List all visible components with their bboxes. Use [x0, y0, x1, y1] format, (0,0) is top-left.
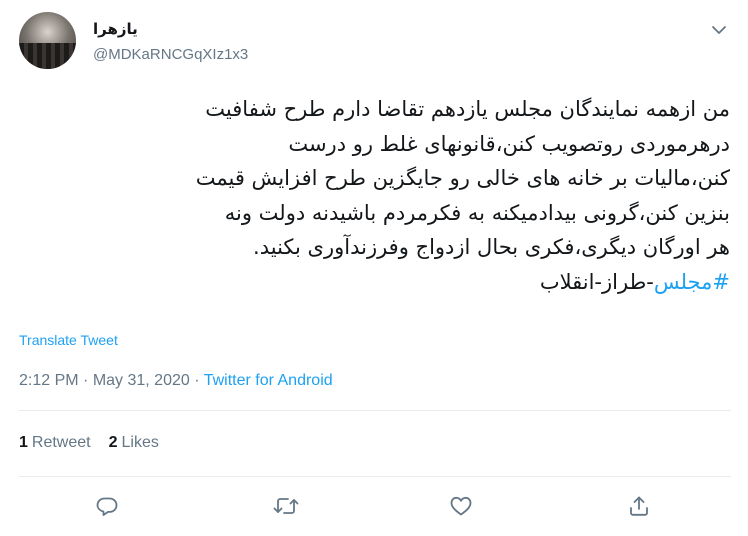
tweet-text-line: درهرموردی روتصویب کنن،قانونهای غلط رو در…: [288, 131, 730, 156]
share-button[interactable]: [621, 488, 657, 524]
retweets-stat[interactable]: 1 Retweet: [19, 434, 91, 452]
hashtag-line: #مجلس-طراز-انقلاب: [18, 265, 730, 300]
retweet-button[interactable]: [268, 488, 304, 524]
retweets-count: 1: [19, 434, 28, 451]
heart-icon: [450, 496, 472, 516]
likes-label: Likes: [121, 434, 159, 451]
hashtag-rest: -طراز-انقلاب: [539, 269, 654, 294]
retweet-icon: [273, 498, 299, 514]
tweet-card: یازهرا @MDKaRNCGqXIz1x3 من ازهمه نمایندگ…: [0, 0, 748, 536]
hashtag-link[interactable]: #مجلس: [654, 270, 730, 294]
tweet-text-line: کنن،مالیات بر خانه های خالی رو جایگزین ط…: [195, 166, 730, 190]
display-name[interactable]: یازهرا: [93, 20, 138, 38]
action-bar: [0, 488, 748, 524]
likes-stat[interactable]: 2 Likes: [109, 434, 159, 452]
share-icon: [630, 496, 648, 516]
engagement-stats: 1 Retweet 2 Likes: [19, 434, 159, 452]
reply-button[interactable]: [89, 488, 125, 524]
chevron-down-icon[interactable]: [703, 14, 735, 46]
avatar-image: [19, 43, 76, 69]
translate-tweet-link[interactable]: Translate Tweet: [19, 332, 118, 348]
tweet-date[interactable]: May 31, 2020: [93, 372, 190, 389]
like-button[interactable]: [443, 488, 479, 524]
tweet-text-line: من ازهمه نمایندگان مجلس یازدهم تقاضا دار…: [205, 97, 730, 121]
user-handle[interactable]: @MDKaRNCGqXIz1x3: [93, 46, 248, 63]
tweet-time[interactable]: 2:12 PM: [19, 372, 79, 389]
tweet-meta: 2:12 PM · May 31, 2020 · Twitter for And…: [19, 372, 333, 390]
tweet-text-line: بنزین کنن،گرونی بیدادمیکنه به فکرمردم با…: [224, 200, 730, 225]
avatar[interactable]: [19, 12, 76, 69]
meta-separator: ·: [189, 372, 204, 389]
divider: [19, 476, 731, 477]
tweet-text: من ازهمه نمایندگان مجلس یازدهم تقاضا دار…: [18, 92, 730, 299]
reply-icon: [96, 497, 118, 516]
tweet-text-line: هر اورگان دیگری،فکری بحال ازدواج وفرزندآ…: [253, 235, 730, 259]
tweet-source-link[interactable]: Twitter for Android: [204, 372, 333, 389]
meta-separator: ·: [78, 372, 93, 389]
divider: [19, 410, 731, 411]
likes-count: 2: [108, 434, 118, 451]
retweets-label: Retweet: [31, 434, 91, 451]
